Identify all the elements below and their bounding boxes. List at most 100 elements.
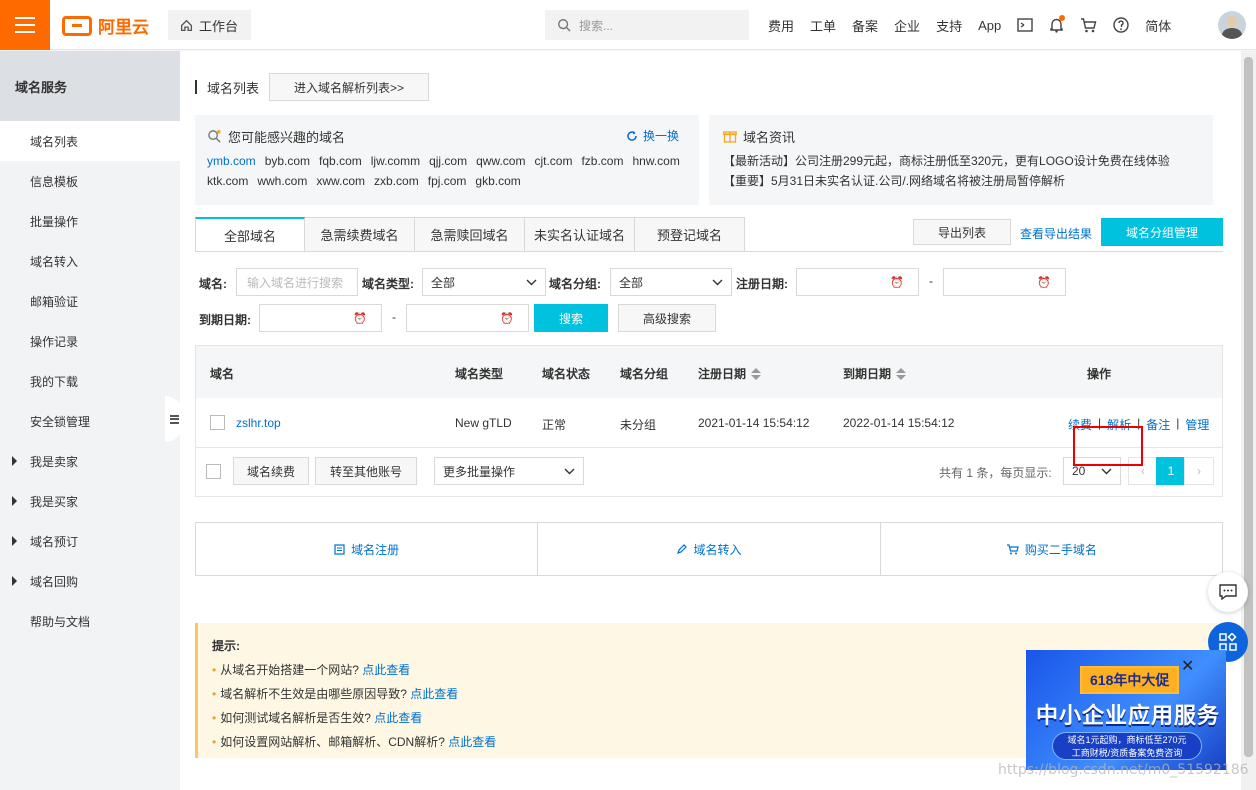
group-manage-button[interactable]: 域名分组管理	[1101, 218, 1223, 246]
next-page-button[interactable]: ›	[1184, 457, 1214, 485]
nav-fees[interactable]: 费用	[760, 0, 802, 50]
promo-banner[interactable]: 618年中大促 中小企业应用服务 域名1元起购，商标低至270元 工商财税/资质…	[1026, 650, 1226, 770]
nav-filing[interactable]: 备案	[844, 0, 886, 50]
tab-preregistered[interactable]: 预登记域名	[635, 217, 745, 252]
tab-renew-urgent[interactable]: 急需续费域名	[305, 217, 415, 252]
sidebar-item-preorder[interactable]: 域名预订	[0, 521, 180, 561]
news-item[interactable]: 【重要】5月31日未实名认证.公司/.网络域名将被注册局暂停解析	[723, 171, 1199, 191]
renew-link[interactable]: 续费	[1068, 416, 1092, 433]
recommend-domain[interactable]: zxb.com	[374, 173, 419, 189]
page-scrollbar[interactable]	[1241, 51, 1256, 790]
aliyun-logo[interactable]: 阿里云	[62, 13, 149, 38]
news-item[interactable]: 【最新活动】公司注册299元起，商标注册低至320元，更有LOGO设计免费在线体…	[723, 151, 1199, 171]
batch-renew-button[interactable]: 域名续费	[233, 457, 309, 485]
col-reg-date[interactable]: 注册日期	[698, 365, 762, 382]
prev-page-button[interactable]: ‹	[1128, 457, 1158, 485]
tab-all-domains[interactable]: 全部域名	[195, 217, 305, 252]
tip-link[interactable]: 点此查看	[448, 735, 496, 749]
reg-date-end-input[interactable]: ⏰	[943, 268, 1066, 296]
group-select[interactable]: 全部	[610, 268, 732, 296]
exp-date-end-input[interactable]: ⏰	[406, 304, 529, 332]
search-input[interactable]: 搜索...	[545, 10, 749, 40]
language-switch[interactable]: 简体	[1137, 0, 1179, 50]
recommend-domain[interactable]: byb.com	[265, 153, 310, 169]
tab-redeem-urgent[interactable]: 急需赎回域名	[415, 217, 525, 252]
recommend-domain[interactable]: qjj.com	[429, 153, 467, 169]
more-batch-ops-select[interactable]: 更多批量操作	[434, 457, 584, 485]
recommend-domain[interactable]: wwh.com	[257, 173, 307, 189]
scrollbar-thumb[interactable]	[1244, 57, 1253, 757]
recommend-domain[interactable]: fqb.com	[319, 153, 362, 169]
recommend-domain[interactable]: cjt.com	[534, 153, 572, 169]
register-domain-link[interactable]: 域名注册	[196, 523, 539, 575]
dns-resolve-link[interactable]: 解析	[1107, 416, 1131, 433]
chevron-down-icon	[1101, 468, 1112, 474]
sidebar-item-email-verify[interactable]: 邮箱验证	[0, 281, 180, 321]
sidebar-item-security-lock[interactable]: 安全锁管理	[0, 401, 180, 441]
recommend-domain[interactable]: fzb.com	[581, 153, 623, 169]
select-all-checkbox[interactable]	[206, 464, 221, 479]
recommend-title: 您可能感兴趣的域名	[228, 129, 346, 145]
search-button[interactable]: 搜索	[534, 304, 608, 332]
sidebar-item-op-log[interactable]: 操作记录	[0, 321, 180, 361]
sidebar-item-seller[interactable]: 我是卖家	[0, 441, 180, 481]
tip-link[interactable]: 点此查看	[374, 711, 422, 725]
sidebar-item-transfer-in[interactable]: 域名转入	[0, 241, 180, 281]
console-icon[interactable]	[1009, 0, 1041, 50]
buy-secondhand-link[interactable]: 购买二手域名	[881, 523, 1222, 575]
sort-icon	[896, 367, 907, 380]
tip-link[interactable]: 点此查看	[410, 687, 458, 701]
nav-app[interactable]: App	[970, 0, 1009, 50]
exp-date-start-input[interactable]: ⏰	[259, 304, 382, 332]
recommend-domain[interactable]: qww.com	[476, 153, 525, 169]
workbench-button[interactable]: 工作台	[168, 10, 251, 40]
nav-support[interactable]: 支持	[928, 0, 970, 50]
view-export-results-link[interactable]: 查看导出结果	[1020, 225, 1092, 242]
exp-date: 2022-01-14 15:54:12	[843, 416, 955, 430]
sidebar-item-info-template[interactable]: 信息模板	[0, 161, 180, 201]
sidebar-item-downloads[interactable]: 我的下载	[0, 361, 180, 401]
recommend-domain[interactable]: gkb.com	[475, 173, 520, 189]
transfer-domain-link[interactable]: 域名转入	[538, 523, 881, 575]
close-icon[interactable]: ✕	[1181, 656, 1194, 676]
recommend-domain[interactable]: hnw.com	[632, 153, 679, 169]
recommend-domain[interactable]: fpj.com	[428, 173, 467, 189]
advanced-search-button[interactable]: 高级搜索	[618, 304, 716, 332]
nav-enterprise[interactable]: 企业	[886, 0, 928, 50]
reg-date-start-input[interactable]: ⏰	[796, 268, 919, 296]
caret-right-icon	[12, 576, 17, 586]
tip-link[interactable]: 点此查看	[362, 663, 410, 677]
recommend-domain[interactable]: ljw.comm	[371, 153, 420, 169]
sidebar-item-domain-list[interactable]: 域名列表	[0, 121, 180, 161]
col-exp-date[interactable]: 到期日期	[843, 365, 907, 382]
bell-icon[interactable]	[1041, 0, 1072, 50]
sidebar-item-help-docs[interactable]: 帮助与文档	[0, 601, 180, 641]
recommend-domain[interactable]: xww.com	[316, 173, 365, 189]
type-select[interactable]: 全部	[422, 268, 546, 296]
enter-dns-list-button[interactable]: 进入域名解析列表>>	[269, 73, 430, 101]
refresh-button[interactable]: 换一换	[626, 127, 679, 144]
nav-tickets[interactable]: 工单	[802, 0, 844, 50]
page-size-select[interactable]: 20	[1063, 457, 1121, 485]
help-icon[interactable]	[1105, 0, 1137, 50]
sidebar-item-buyback[interactable]: 域名回购	[0, 561, 180, 601]
tab-unverified[interactable]: 未实名认证域名	[525, 217, 635, 252]
reg-date-label: 注册日期:	[736, 277, 788, 291]
domain-name-link[interactable]: zslhr.top	[236, 416, 281, 430]
recommend-domain[interactable]: ktk.com	[207, 173, 248, 189]
recommend-domain[interactable]: ymb.com	[207, 153, 256, 169]
page-1-button[interactable]: 1	[1156, 457, 1186, 485]
news-header: 域名资讯	[723, 127, 1199, 145]
transfer-account-button[interactable]: 转至其他账号	[315, 457, 417, 485]
menu-icon[interactable]	[0, 0, 50, 50]
manage-link[interactable]: 管理	[1185, 416, 1209, 433]
avatar[interactable]	[1218, 11, 1246, 39]
export-list-button[interactable]: 导出列表	[913, 219, 1011, 245]
sidebar-item-buyer[interactable]: 我是买家	[0, 481, 180, 521]
domain-search-input[interactable]: 输入域名进行搜索	[236, 268, 358, 296]
cart-icon[interactable]	[1072, 0, 1105, 50]
sidebar-item-batch-ops[interactable]: 批量操作	[0, 201, 180, 241]
chat-icon[interactable]	[1208, 572, 1248, 612]
row-checkbox[interactable]	[210, 415, 225, 430]
remark-link[interactable]: 备注	[1146, 416, 1170, 433]
